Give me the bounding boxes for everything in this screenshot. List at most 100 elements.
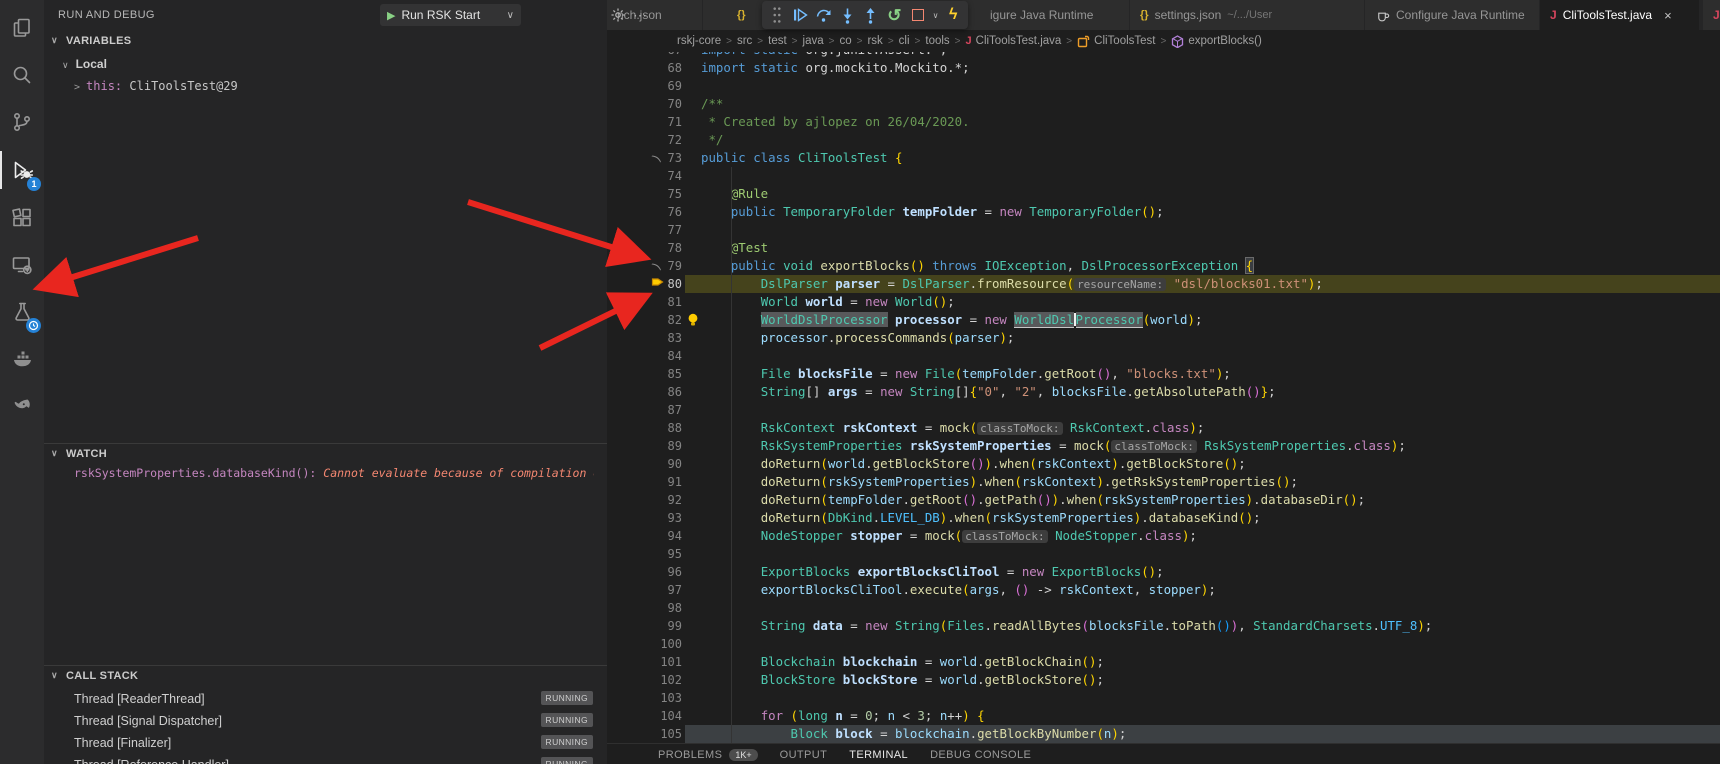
activity-item-run-and-debug[interactable]: 1 — [0, 147, 44, 193]
code-line-87[interactable]: 87 — [607, 401, 1720, 419]
code-line-101[interactable]: 101 Blockchain blockchain = world.getBlo… — [607, 653, 1720, 671]
run-configuration-dropdown[interactable]: ▶ Run RSK Start ∨ — [380, 4, 521, 26]
line-number[interactable]: 87 — [607, 401, 682, 419]
code-line-98[interactable]: 98 — [607, 599, 1720, 617]
continue-icon[interactable] — [790, 3, 812, 27]
panel-tab-problems[interactable]: PROBLEMS1K+ — [658, 749, 758, 761]
breadcrumb-item[interactable]: tools — [925, 35, 949, 47]
line-number[interactable]: 80 — [607, 275, 682, 293]
chevron-right-icon[interactable]: > — [74, 82, 80, 93]
editor-tab-configure-java-runtime[interactable]: Configure Java Runtime — [1365, 0, 1540, 30]
code-line-84[interactable]: 84 — [607, 347, 1720, 365]
code-editor[interactable]: 67import static org.junit.Assert.*;68imp… — [607, 0, 1720, 743]
hot-code-replace-icon[interactable]: ϟ — [943, 3, 965, 27]
line-number[interactable]: 85 — [607, 365, 682, 383]
variable-this[interactable]: >this: CliToolsTest@29 — [74, 79, 238, 101]
breadcrumb-item[interactable]: java — [803, 35, 824, 47]
line-number[interactable]: 77 — [607, 221, 682, 239]
breadcrumb-item[interactable]: CliToolsTest — [1077, 35, 1155, 48]
code-line-97[interactable]: 97 exportBlocksCliTool.execute(args, () … — [607, 581, 1720, 599]
line-number[interactable]: 81 — [607, 293, 682, 311]
step-out-icon[interactable] — [860, 3, 882, 27]
line-number[interactable]: 96 — [607, 563, 682, 581]
code-line-90[interactable]: 90 doReturn(world.getBlockStore()).when(… — [607, 455, 1720, 473]
editor-tab-clitoolstest-java[interactable]: JCliToolsTest.java× — [1540, 0, 1700, 30]
breadcrumb-item[interactable]: exportBlocks() — [1171, 35, 1262, 48]
activity-item-remote-explorer[interactable] — [0, 242, 44, 288]
call-stack-thread[interactable]: Thread [Finalizer]RUNNING — [44, 732, 607, 754]
line-number[interactable]: 91 — [607, 473, 682, 491]
activity-item-explorer[interactable] — [0, 5, 44, 51]
line-number[interactable]: 99 — [607, 617, 682, 635]
run-play-icon[interactable]: ▶ — [387, 9, 395, 22]
gear-icon[interactable] — [610, 0, 626, 30]
chevron-down-icon[interactable]: ∨ — [51, 448, 58, 459]
drag-handle-icon[interactable] — [766, 3, 788, 27]
line-number[interactable]: 78 — [607, 239, 682, 257]
chevron-down-icon[interactable]: ∨ — [51, 35, 58, 46]
code-line-93[interactable]: 93 doReturn(DbKind.LEVEL_DB).when(rskSys… — [607, 509, 1720, 527]
line-number[interactable]: 89 — [607, 437, 682, 455]
code-line-79[interactable]: 79) public void exportBlocks() throws IO… — [607, 257, 1720, 275]
line-number[interactable]: 93 — [607, 509, 682, 527]
line-number[interactable]: 84 — [607, 347, 682, 365]
code-line-91[interactable]: 91 doReturn(rskSystemProperties).when(rs… — [607, 473, 1720, 491]
activity-item-source-control[interactable] — [0, 99, 44, 145]
code-line-103[interactable]: 103 — [607, 689, 1720, 707]
line-number[interactable]: 104 — [607, 707, 682, 725]
code-line-88[interactable]: 88 RskContext rskContext = mock(classToM… — [607, 419, 1720, 437]
code-line-75[interactable]: 75 @Rule — [607, 185, 1720, 203]
line-number[interactable]: 95 — [607, 545, 682, 563]
line-number[interactable]: 88 — [607, 419, 682, 437]
line-number[interactable]: 101 — [607, 653, 682, 671]
line-number[interactable]: 74 — [607, 167, 682, 185]
activity-item-extensions[interactable] — [0, 195, 44, 241]
debug-current-step-icon[interactable] — [651, 275, 665, 289]
line-number[interactable]: 100 — [607, 635, 682, 653]
close-icon[interactable]: × — [1664, 8, 1672, 23]
step-into-icon[interactable] — [837, 3, 859, 27]
code-line-102[interactable]: 102 BlockStore blockStore = world.getBlo… — [607, 671, 1720, 689]
line-number[interactable]: 92 — [607, 491, 682, 509]
chevron-down-icon[interactable]: ∨ — [507, 10, 514, 21]
line-number[interactable]: 83 — [607, 329, 682, 347]
line-number[interactable]: 75 — [607, 185, 682, 203]
variables-section-header[interactable]: ∨ VARIABLES — [44, 31, 607, 53]
code-line-80[interactable]: 80 DslParser parser = DslParser.fromReso… — [607, 275, 1720, 293]
code-line-105[interactable]: 105 Block block = blockchain.getBlockByN… — [607, 725, 1720, 743]
line-number[interactable]: 72 — [607, 131, 682, 149]
breadcrumb-item[interactable]: src — [737, 35, 752, 47]
line-number[interactable]: 98 — [607, 599, 682, 617]
line-number[interactable]: 70 — [607, 95, 682, 113]
line-number[interactable]: 102 — [607, 671, 682, 689]
code-line-78[interactable]: 78 @Test — [607, 239, 1720, 257]
code-line-86[interactable]: 86 String[] args = new String[]{"0", "2"… — [607, 383, 1720, 401]
code-line-70[interactable]: 70/** — [607, 95, 1720, 113]
code-line-68[interactable]: 68import static org.mockito.Mockito.*; — [607, 59, 1720, 77]
line-number[interactable]: 82 — [607, 311, 682, 329]
code-line-81[interactable]: 81 World world = new World(); — [607, 293, 1720, 311]
code-line-94[interactable]: 94 NodeStopper stopper = mock(classToMoc… — [607, 527, 1720, 545]
code-line-76[interactable]: 76 public TemporaryFolder tempFolder = n… — [607, 203, 1720, 221]
call-stack-thread[interactable]: Thread [Reference Handler]RUNNING — [44, 754, 607, 764]
watch-expression[interactable]: rskSystemProperties.databaseKind(): Cann… — [74, 466, 594, 488]
editor-tab[interactable]: J — [1703, 0, 1720, 30]
code-line-100[interactable]: 100 — [607, 635, 1720, 653]
breadcrumb-item[interactable]: rsk — [867, 35, 882, 47]
watch-section-header[interactable]: ∨ WATCH — [44, 444, 607, 466]
restart-icon[interactable]: ↺ — [884, 3, 906, 27]
code-line-82[interactable]: 82 WorldDslProcessor processor = new Wor… — [607, 311, 1720, 329]
code-line-77[interactable]: 77 — [607, 221, 1720, 239]
run-configuration-label[interactable]: Run RSK Start — [401, 8, 500, 22]
panel-tab-output[interactable]: OUTPUT — [780, 749, 828, 761]
variables-scope-local[interactable]: ∨Local — [62, 57, 107, 79]
code-line-71[interactable]: 71 * Created by ajlopez on 26/04/2020. — [607, 113, 1720, 131]
line-number[interactable]: 68 — [607, 59, 682, 77]
line-number[interactable]: 69 — [607, 77, 682, 95]
code-line-69[interactable]: 69 — [607, 77, 1720, 95]
panel-tab-debug-console[interactable]: DEBUG CONSOLE — [930, 749, 1031, 761]
code-line-92[interactable]: 92 doReturn(tempFolder.getRoot().getPath… — [607, 491, 1720, 509]
call-stack-thread[interactable]: Thread [ReaderThread]RUNNING — [44, 688, 607, 710]
panel-tab-terminal[interactable]: TERMINAL — [849, 749, 908, 761]
editor-tab-igure-java-runtime[interactable]: igure Java Runtime — [980, 0, 1130, 30]
